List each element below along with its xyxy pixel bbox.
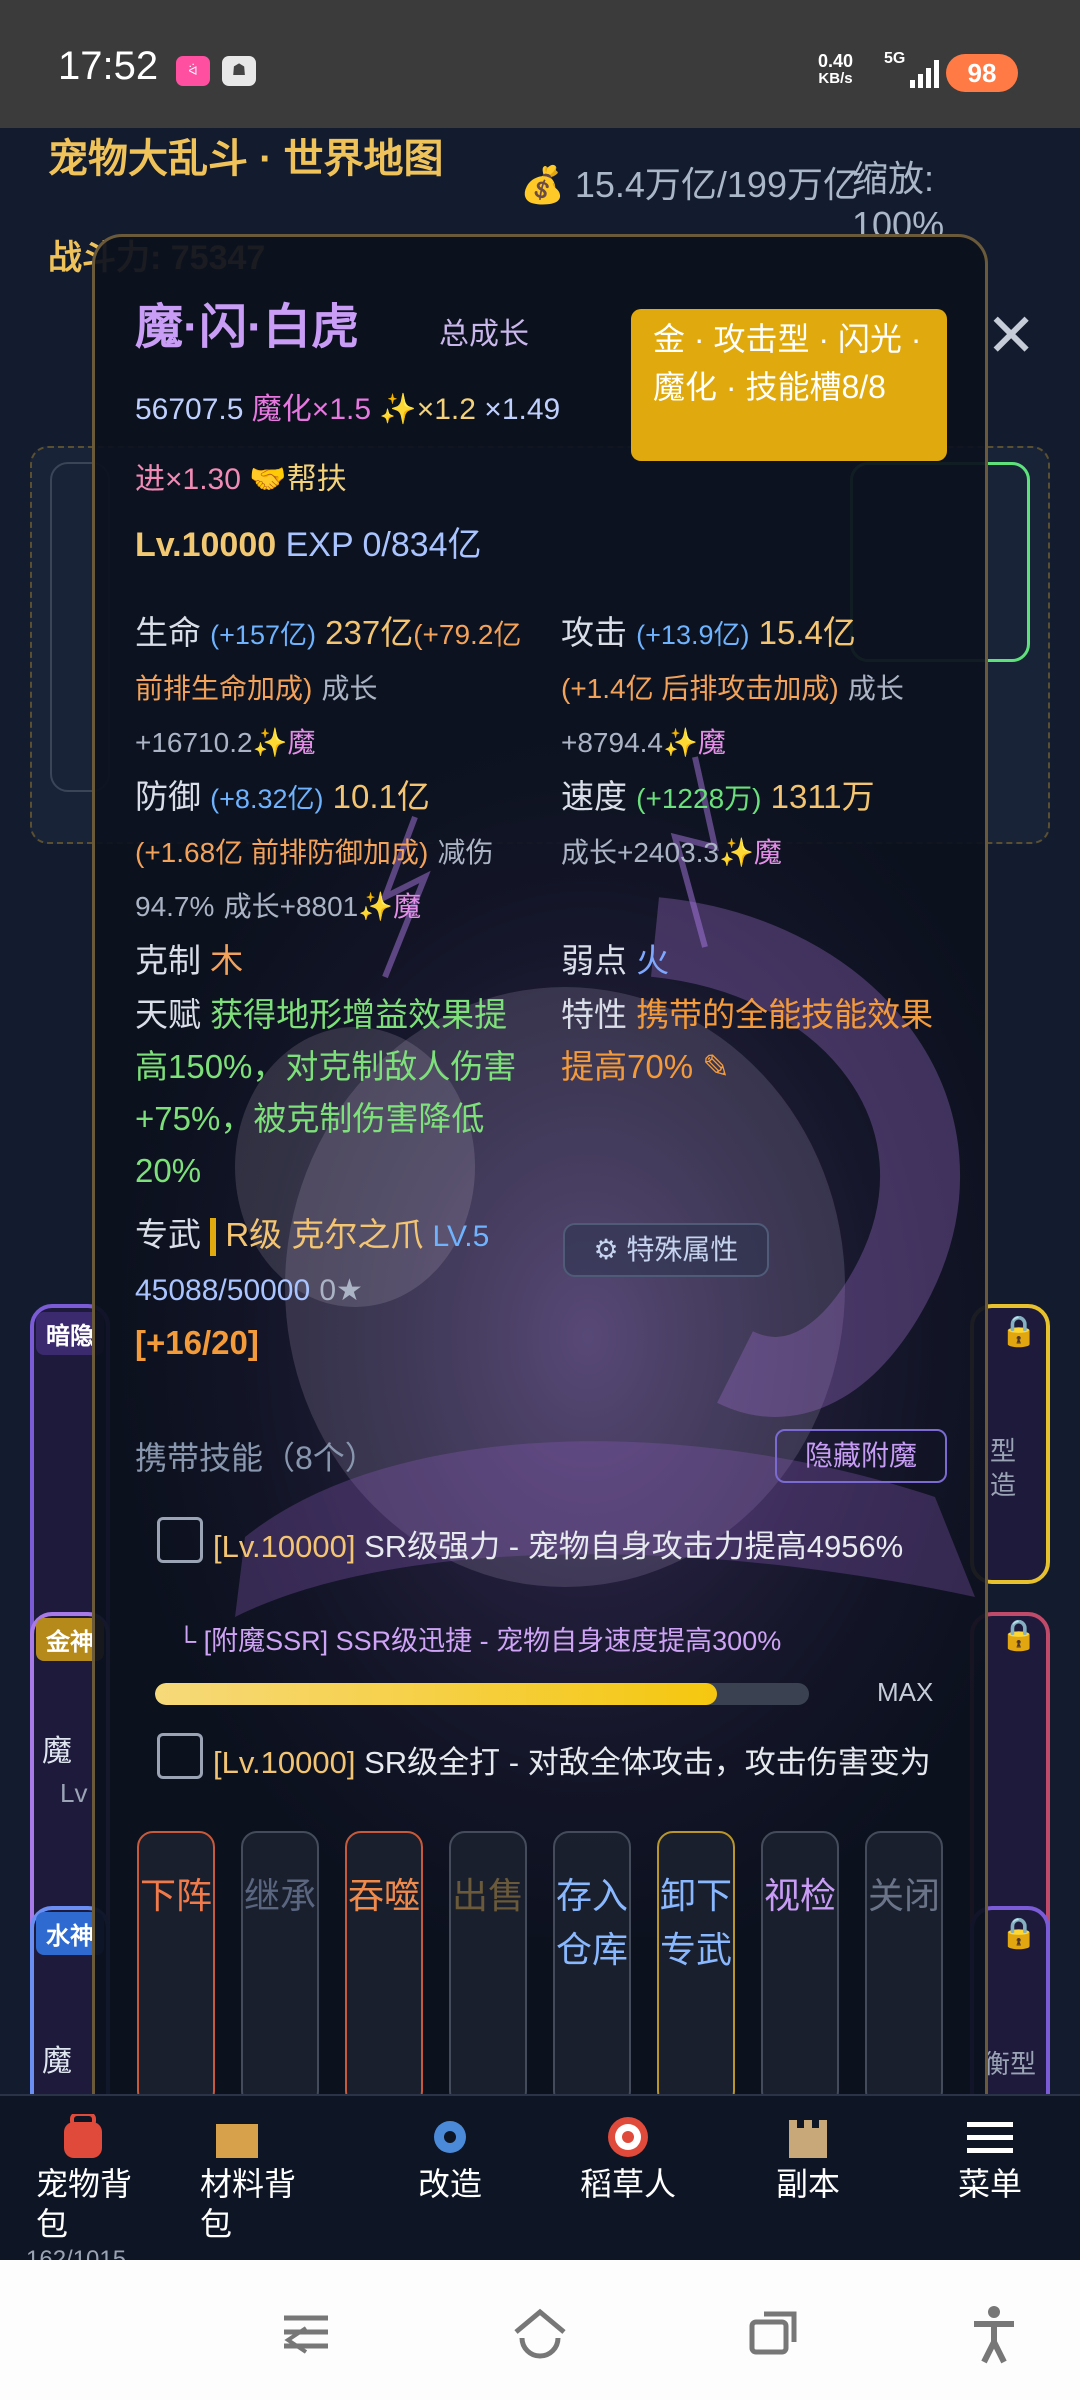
close-button[interactable]: 关闭 — [865, 1831, 943, 2107]
status-bar: 17:52 ᐛ ☗ 0.40 KB/s 5G 98 — [0, 0, 1080, 128]
lock-icon: 🔒 — [1000, 1315, 1038, 1348]
menu-icon — [967, 2122, 1013, 2153]
sell-button[interactable]: 出售 — [449, 1831, 527, 2107]
stat-attack: 攻击 (+13.9亿) 15.4亿 (+1.4亿 后排攻击加成) 成长 +879… — [561, 614, 904, 758]
nav-scarecrow[interactable]: 稻草人 — [538, 2096, 718, 2262]
level-exp: Lv.10000 EXP 0/834亿 — [135, 526, 482, 564]
network-speed: 0.40 KB/s — [818, 51, 854, 87]
bg-lv: Lv — [60, 1778, 88, 1808]
weak-element: 弱点 火 — [561, 942, 670, 979]
box-icon — [216, 2124, 258, 2158]
ghost-notification-icon: ☗ — [222, 56, 256, 86]
nav-menu[interactable]: 菜单 — [900, 2096, 1080, 2262]
coin-counter: 💰 15.4万亿/199万亿 — [520, 164, 859, 205]
skill-1-progress-fill — [155, 1683, 718, 1705]
inherit-button[interactable]: 继承 — [241, 1831, 319, 2107]
stat-hp: 生命 (+157亿) 237亿(+79.2亿 前排生命加成) 成长 +16710… — [135, 614, 522, 758]
bg-type-label: 衡型 — [984, 2049, 1037, 2079]
back-icon[interactable] — [744, 2304, 804, 2364]
skills-title: 携带技能（8个） — [135, 1440, 377, 1476]
bg-right-label: 型造 — [990, 1436, 1017, 1500]
app-notification-icon: ᐛ — [176, 56, 210, 86]
special-attributes-button[interactable]: ⚙ 特殊属性 — [563, 1223, 769, 1277]
skill-2: [Lv.10000] SR级全打 - 对敌全体攻击，攻击伤害变为433% — [157, 1745, 931, 1799]
unequip-button[interactable]: 下阵 — [137, 1831, 215, 2107]
skill-1-progress-bar — [155, 1683, 809, 1705]
recents-menu-icon[interactable] — [276, 2304, 336, 2364]
inspect-button[interactable]: 视检 — [761, 1831, 839, 2107]
pet-detail-modal: 魔·闪·白虎 总成长 金 · 攻击型 · 闪光 · 魔化 · 技能槽8/8 56… — [92, 234, 988, 2152]
growth-formula: 56707.5 魔化×1.5 ✨×1.2 ×1.49 进×1.30 🤝帮扶 — [135, 393, 561, 496]
remove-weapon-button[interactable]: 卸下专武 — [657, 1831, 735, 2107]
home-icon[interactable] — [510, 2304, 570, 2364]
close-icon[interactable]: ✕ — [986, 306, 1036, 366]
nav-pet-bag[interactable]: 宠物背包 162/1015 — [0, 2096, 160, 2273]
game-title: 宠物大乱斗 · 世界地图 — [48, 137, 444, 181]
nav-material-bag[interactable]: 材料背包 — [200, 2096, 320, 2262]
target-icon — [608, 2117, 648, 2157]
bg-name-2: 魔 — [42, 2045, 72, 2078]
exclusive-weapon[interactable]: 专武 R级 克尔之爪 LV.5 45088/50000 0★ [+16/20] — [135, 1209, 555, 1369]
stat-defense: 防御 (+8.32亿) 10.1亿 (+1.68亿 前排防御加成) 减伤 94.… — [135, 778, 494, 922]
lock-icon: 🔒 — [1000, 1619, 1038, 1652]
gear-icon — [434, 2121, 466, 2153]
skill-1: [Lv.10000] SR级强力 - 宠物自身攻击力提高4956% — [213, 1529, 904, 1564]
signal-bars-icon — [910, 60, 942, 88]
growth-label: 总成长 — [439, 318, 529, 351]
stat-speed: 速度 (+1228万) 1311万 成长+2403.3✨魔 — [561, 778, 875, 868]
pet-tags-badge: 金 · 攻击型 · 闪光 · 魔化 · 技能槽8/8 — [631, 309, 947, 461]
talent: 天赋 获得地形增益效果提高150%，对克制敌人伤害+75%，被克制伤害降低20% — [135, 996, 517, 1189]
devour-button[interactable]: 吞噬 — [345, 1831, 423, 2107]
skill-1-enchant: └ [附魔SSR] SSR级迅捷 - 宠物自身速度提高300% — [177, 1626, 782, 1656]
lock-icon: 🔒 — [1000, 1917, 1038, 1950]
hide-enchant-button[interactable]: 隐藏附魔 — [775, 1429, 947, 1483]
bg-name-1: 魔 — [42, 1735, 72, 1768]
signal-type: 5G — [884, 50, 906, 67]
battery-level: 98 — [946, 54, 1018, 92]
skill-1-max: MAX — [877, 1677, 934, 1707]
clock: 17:52 — [58, 44, 159, 88]
accessibility-icon[interactable] — [964, 2304, 1024, 2364]
system-navigation-bar — [0, 2260, 1080, 2400]
nav-dungeon[interactable]: 副本 — [718, 2096, 898, 2262]
store-button[interactable]: 存入仓库 — [553, 1831, 631, 2107]
nav-upgrade[interactable]: 改造 — [360, 2096, 540, 2262]
trait[interactable]: 特性 携带的全能技能效果提高70% ✎ — [561, 989, 961, 1093]
castle-icon — [789, 2120, 827, 2158]
counter-element: 克制 木 — [135, 942, 244, 979]
pet-name: 魔·闪·白虎 — [135, 301, 359, 354]
backpack-icon — [64, 2114, 102, 2158]
bottom-navigation: 宠物背包 162/1015 材料背包 改造 稻草人 副本 菜单 — [0, 2094, 1080, 2273]
